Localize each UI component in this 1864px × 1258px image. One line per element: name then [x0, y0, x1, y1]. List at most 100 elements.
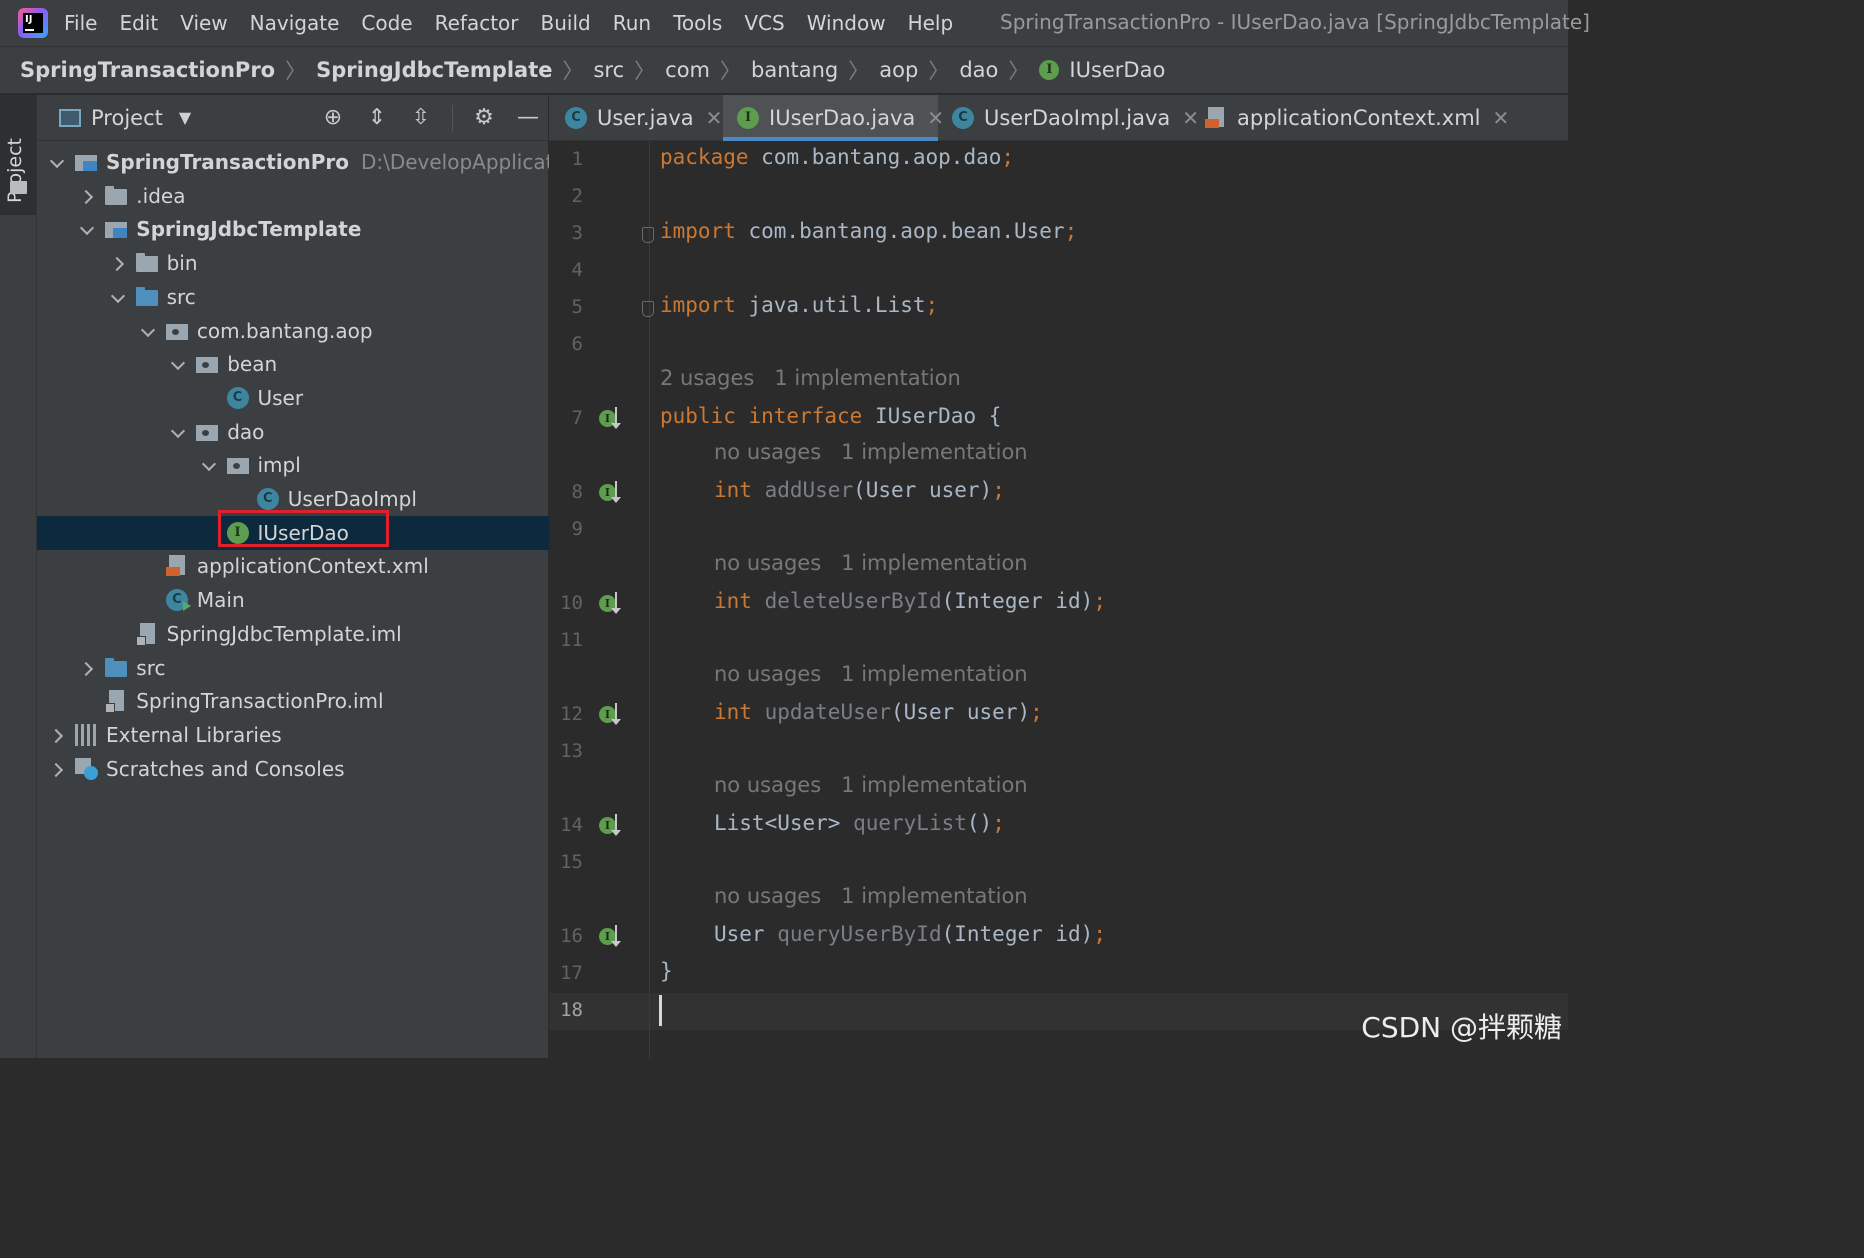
intellij-logo-icon[interactable]: IJ: [18, 8, 48, 38]
menu-navigate[interactable]: Navigate: [250, 11, 340, 35]
breadcrumb-item[interactable]: dao: [959, 58, 998, 82]
chevron-down-icon[interactable]: [112, 290, 126, 304]
tree-item[interactable]: SpringTransactionPro D:\DevelopApplicatio: [37, 145, 549, 179]
implemented-marker-icon[interactable]: I: [599, 925, 625, 950]
breadcrumb-item[interactable]: src: [593, 58, 624, 82]
chevron-right-icon[interactable]: [81, 661, 95, 675]
xml-file-icon: [165, 555, 188, 577]
menu-refactor[interactable]: Refactor: [435, 11, 519, 35]
chevron-right-icon[interactable]: [81, 189, 95, 203]
menu-build[interactable]: Build: [541, 11, 591, 35]
menu-tools[interactable]: Tools: [673, 11, 722, 35]
chevron-down-icon[interactable]: [172, 357, 186, 371]
menu-help[interactable]: Help: [908, 11, 954, 35]
collapse-all-icon[interactable]: ⇳: [408, 105, 434, 131]
chevron-down-icon[interactable]: [203, 458, 217, 472]
menu-vcs[interactable]: VCS: [744, 11, 784, 35]
breadcrumb-item[interactable]: SpringJdbcTemplate: [316, 58, 552, 82]
tab-user-java[interactable]: C User.java ✕: [565, 95, 722, 141]
chevron-down-icon[interactable]: [172, 425, 186, 439]
tree-item-label: src: [136, 655, 166, 680]
gear-icon[interactable]: ⚙: [471, 105, 497, 131]
usages-hint[interactable]: no usages 1 implementation: [714, 884, 1028, 908]
chevron-right-icon[interactable]: [51, 762, 65, 776]
chevron-down-icon[interactable]: ▼: [179, 108, 191, 127]
chevron-right-icon[interactable]: [112, 256, 126, 270]
tree-item[interactable]: src: [37, 651, 549, 685]
breadcrumb-item[interactable]: SpringTransactionPro: [20, 58, 275, 82]
class-icon: C: [565, 107, 587, 129]
chevron-right-icon[interactable]: [51, 728, 65, 742]
project-tool-tab[interactable]: Project: [0, 95, 36, 215]
toolbar-divider: [452, 105, 453, 131]
code-line-16: User queryUserById(Integer id);: [714, 922, 1106, 946]
tree-item[interactable]: dao: [37, 415, 549, 449]
chevron-right-icon: 〉: [562, 59, 584, 83]
tree-item-label: bean: [227, 352, 278, 377]
chevron-down-icon[interactable]: [142, 324, 156, 338]
folder-icon: [135, 252, 158, 274]
fold-marker-icon[interactable]: [642, 227, 654, 243]
tree-item-label: SpringTransactionPro.iml: [136, 689, 384, 714]
chevron-down-icon[interactable]: [81, 222, 95, 236]
menu-code[interactable]: Code: [361, 11, 412, 35]
close-icon[interactable]: ✕: [1493, 106, 1510, 130]
tab-userdaoimpl-java[interactable]: C UserDaoImpl.java ✕: [952, 95, 1199, 141]
implemented-marker-icon[interactable]: I: [599, 703, 625, 728]
close-icon[interactable]: ✕: [927, 106, 944, 130]
tree-item[interactable]: SpringJdbcTemplate: [37, 212, 549, 246]
breadcrumb-item[interactable]: aop: [879, 58, 918, 82]
chevron-right-icon: 〉: [1008, 59, 1030, 83]
tree-item[interactable]: SpringTransactionPro.iml: [37, 684, 549, 718]
tree-item[interactable]: C Main: [37, 583, 549, 617]
close-icon[interactable]: ✕: [706, 106, 723, 130]
locate-icon[interactable]: ⊕: [320, 105, 346, 131]
usages-hint[interactable]: no usages 1 implementation: [714, 773, 1028, 797]
tree-item[interactable]: bin: [37, 246, 549, 280]
tree-item[interactable]: C User: [37, 381, 549, 415]
close-icon[interactable]: ✕: [1182, 106, 1199, 130]
line-number: 16: [560, 925, 583, 947]
usages-hint[interactable]: no usages 1 implementation: [714, 551, 1028, 575]
tree-item[interactable]: bean: [37, 347, 549, 381]
implemented-marker-icon[interactable]: I: [599, 481, 625, 506]
chevron-right-icon: 〉: [928, 59, 950, 83]
implemented-marker-icon[interactable]: I: [599, 407, 625, 432]
expand-all-icon[interactable]: ⇕: [364, 105, 390, 131]
tree-item[interactable]: External Libraries: [37, 718, 549, 752]
breadcrumb-item[interactable]: IUserDao: [1069, 58, 1165, 82]
menu-edit[interactable]: Edit: [119, 11, 158, 35]
menu-run[interactable]: Run: [613, 11, 651, 35]
tree-item[interactable]: com.bantang.aop: [37, 314, 549, 348]
tab-label: UserDaoImpl.java: [984, 106, 1171, 130]
interface-icon: I: [1039, 60, 1060, 80]
tree-item[interactable]: SpringJdbcTemplate.iml: [37, 617, 549, 651]
fold-marker-icon[interactable]: [642, 301, 654, 317]
tree-item-label: External Libraries: [106, 722, 282, 747]
breadcrumb-item[interactable]: com: [665, 58, 710, 82]
usages-hint[interactable]: no usages 1 implementation: [714, 662, 1028, 686]
breadcrumb-item[interactable]: bantang: [751, 58, 838, 82]
tree-item[interactable]: impl: [37, 448, 549, 482]
menu-window[interactable]: Window: [807, 11, 886, 35]
code-editor[interactable]: 1 2 3 4 5 6 7 8 9 10 11 12 13 14 15 16 17 18 I I I I I I …: [549, 141, 1568, 1058]
usages-hint[interactable]: no usages 1 implementation: [714, 440, 1028, 464]
menu-file[interactable]: File: [64, 11, 97, 35]
tree-item[interactable]: applicationContext.xml: [37, 549, 549, 583]
tree-item[interactable]: .idea: [37, 179, 549, 213]
chevron-down-icon[interactable]: [51, 155, 65, 169]
tree-item[interactable]: src: [37, 280, 549, 314]
tree-item[interactable]: Scratches and Consoles: [37, 752, 549, 786]
tab-iuserdao-java[interactable]: I IUserDao.java ✕: [723, 95, 944, 141]
tab-applicationcontext-xml[interactable]: applicationContext.xml ✕: [1205, 95, 1509, 141]
hide-panel-icon[interactable]: —: [515, 105, 541, 131]
implemented-marker-icon[interactable]: I: [599, 814, 625, 839]
menu-view[interactable]: View: [180, 11, 227, 35]
implemented-marker-icon[interactable]: I: [599, 592, 625, 617]
usages-hint[interactable]: 2 usages 1 implementation: [660, 366, 961, 390]
project-view-selector[interactable]: Project: [91, 106, 163, 130]
project-view-icon: [59, 108, 81, 127]
watermark: CSDN @拌颗糖: [1361, 1011, 1562, 1044]
xml-file-icon: [1205, 107, 1227, 129]
package-icon: [165, 320, 188, 342]
